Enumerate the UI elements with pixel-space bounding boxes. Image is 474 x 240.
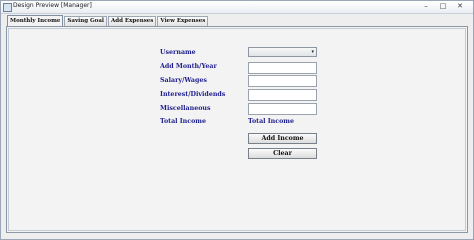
tab-add-expenses[interactable]: Add Expenses <box>108 16 157 26</box>
panel-border <box>8 28 466 231</box>
app-window-icon <box>3 3 12 12</box>
username-combo[interactable]: ▾ <box>248 47 317 57</box>
salary-field[interactable] <box>248 75 317 87</box>
app-window: Design Preview [Manager] – □ ✕ Monthly I… <box>0 0 474 240</box>
add-income-button[interactable]: Add Income <box>248 133 317 144</box>
interest-label: Interest/Dividends <box>160 91 226 98</box>
minimize-button[interactable]: – <box>421 2 431 11</box>
total-income-value: Total Income <box>248 118 294 125</box>
month-year-field[interactable] <box>248 62 317 74</box>
title-bar[interactable]: Design Preview [Manager] – □ ✕ <box>1 1 473 14</box>
clear-button[interactable]: Clear <box>248 148 317 159</box>
username-label: Username <box>160 49 196 56</box>
window-title: Design Preview [Manager] <box>13 2 92 9</box>
interest-field[interactable] <box>248 89 317 101</box>
close-button[interactable]: ✕ <box>455 2 465 11</box>
tab-strip: Monthly Income Saving Goal Add Expenses … <box>7 15 209 27</box>
tab-view-expenses[interactable]: View Expenses <box>157 16 209 26</box>
misc-field[interactable] <box>248 103 317 115</box>
monthly-income-panel: Username ▾ Add Month/Year Salary/Wages I… <box>6 26 468 233</box>
misc-label: Miscellaneous <box>160 105 211 112</box>
chevron-down-icon[interactable]: ▾ <box>311 49 314 56</box>
total-income-label: Total Income <box>160 118 206 125</box>
tab-saving-goal[interactable]: Saving Goal <box>64 16 108 26</box>
salary-label: Salary/Wages <box>160 77 207 84</box>
month-year-label: Add Month/Year <box>160 63 217 70</box>
maximize-button[interactable]: □ <box>438 2 448 11</box>
